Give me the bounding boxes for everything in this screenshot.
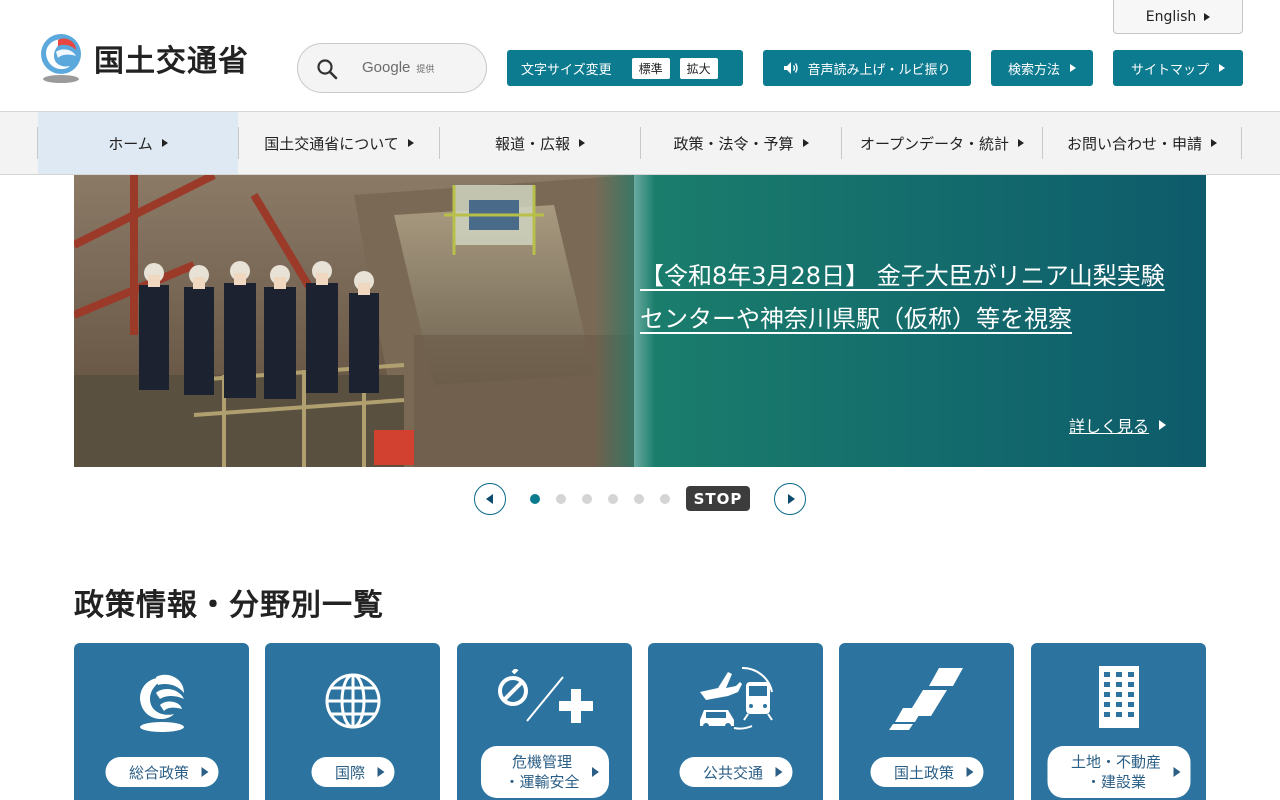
speaker-icon: [784, 62, 799, 74]
arrow-left-icon: [485, 494, 493, 504]
carousel-next-button[interactable]: [774, 483, 806, 515]
policy-card-international[interactable]: 国際: [265, 643, 440, 800]
safety-icon: [497, 668, 593, 723]
triangle-right-icon: [775, 767, 783, 777]
policy-card-realestate[interactable]: 土地・不動産 ・建設業: [1031, 643, 1206, 800]
triangle-right-icon: [161, 139, 168, 147]
policy-card-label: 国際: [310, 757, 395, 787]
search-input[interactable]: [360, 56, 470, 80]
triangle-right-icon: [407, 139, 414, 147]
triangle-right-icon: [1211, 139, 1217, 147]
triangle-right-icon: [966, 767, 974, 777]
triangle-right-icon: [1159, 420, 1167, 430]
carousel-prev-button[interactable]: [474, 483, 506, 515]
nav-item-press[interactable]: 報道・広報: [440, 112, 640, 174]
carousel-dot[interactable]: [530, 494, 540, 504]
font-size-label: 文字サイズ変更: [521, 62, 612, 78]
hero-title[interactable]: 【令和8年3月28日】 金子大臣がリニア山梨実験センターや神奈川県駅（仮称）等を…: [640, 255, 1180, 341]
triangle-right-icon: [1204, 12, 1211, 21]
hero-slide[interactable]: 【令和8年3月28日】 金子大臣がリニア山梨実験センターや神奈川県駅（仮称）等を…: [74, 175, 1206, 467]
mlit-logo-icon: [139, 674, 184, 732]
carousel-stop-button[interactable]: STOP: [686, 486, 750, 511]
policy-card-transport[interactable]: 公共交通: [648, 643, 823, 800]
font-size-large-button[interactable]: 拡大: [679, 57, 718, 79]
nav-item-opendata[interactable]: オープンデータ・統計: [842, 112, 1042, 174]
site-search[interactable]: Google 提供: [297, 43, 487, 93]
nav-item-contact[interactable]: お問い合わせ・申請: [1043, 112, 1241, 174]
english-button[interactable]: English: [1113, 0, 1243, 34]
triangle-right-icon: [1070, 64, 1076, 72]
font-size-control: 文字サイズ変更 標準 拡大: [507, 50, 743, 86]
triangle-right-icon: [201, 767, 209, 777]
policy-card-land[interactable]: 国土政策: [839, 643, 1014, 800]
voice-ruby-button[interactable]: 音声読み上げ・ルビ振り: [763, 50, 971, 86]
policy-card-general[interactable]: 総合政策: [74, 643, 249, 800]
carousel-dot[interactable]: [660, 494, 670, 504]
building-icon: [1098, 665, 1139, 728]
land-policy-icon: [888, 667, 963, 730]
transport-icon: [699, 666, 773, 730]
mlit-logo-icon: [41, 34, 81, 83]
nav-divider: [1241, 127, 1242, 159]
triangle-right-icon: [802, 139, 809, 147]
site-logo[interactable]: 国土交通省: [36, 32, 249, 84]
nav-item-about[interactable]: 国土交通省について: [239, 112, 439, 174]
triangle-right-icon: [1219, 64, 1225, 72]
logo-text: 国土交通省: [94, 44, 249, 79]
nav-item-home[interactable]: ホーム: [38, 112, 238, 174]
triangle-right-icon: [1173, 767, 1181, 777]
nav-item-policy[interactable]: 政策・法令・予算: [641, 112, 841, 174]
policy-card-label: 土地・不動産 ・建設業: [1046, 746, 1191, 798]
search-icon[interactable]: [316, 58, 338, 80]
font-size-standard-button[interactable]: 標準: [631, 57, 670, 79]
site-header: 国土交通省 Google 提供 English 文字サイズ変更 標準 拡大 音声読…: [0, 0, 1280, 112]
triangle-right-icon: [591, 767, 599, 777]
policy-card-label: 危機管理 ・運輸安全: [480, 746, 609, 798]
carousel-dot[interactable]: [608, 494, 618, 504]
policy-card-label: 公共交通: [678, 757, 793, 787]
globe-icon: [325, 673, 380, 728]
policy-section-title: 政策情報・分野別一覧: [74, 588, 384, 623]
triangle-right-icon: [1018, 139, 1025, 147]
policy-card-safety[interactable]: 危機管理 ・運輸安全: [457, 643, 632, 800]
carousel-dot[interactable]: [634, 494, 644, 504]
hero-more-link[interactable]: 詳しく見る: [1069, 413, 1167, 437]
search-howto-button[interactable]: 検索方法: [991, 50, 1093, 86]
sitemap-button[interactable]: サイトマップ: [1113, 50, 1243, 86]
carousel-dot[interactable]: [556, 494, 566, 504]
policy-card-label: 総合政策: [104, 757, 219, 787]
arrow-right-icon: [787, 494, 795, 504]
policy-card-label: 国土政策: [869, 757, 984, 787]
hero-photo: [74, 175, 634, 467]
triangle-right-icon: [377, 767, 385, 777]
triangle-right-icon: [579, 139, 585, 147]
global-nav: ホーム 国土交通省について 報道・広報 政策・法令・予算 オープンデータ・統計 …: [0, 112, 1280, 175]
carousel-dot[interactable]: [582, 494, 592, 504]
